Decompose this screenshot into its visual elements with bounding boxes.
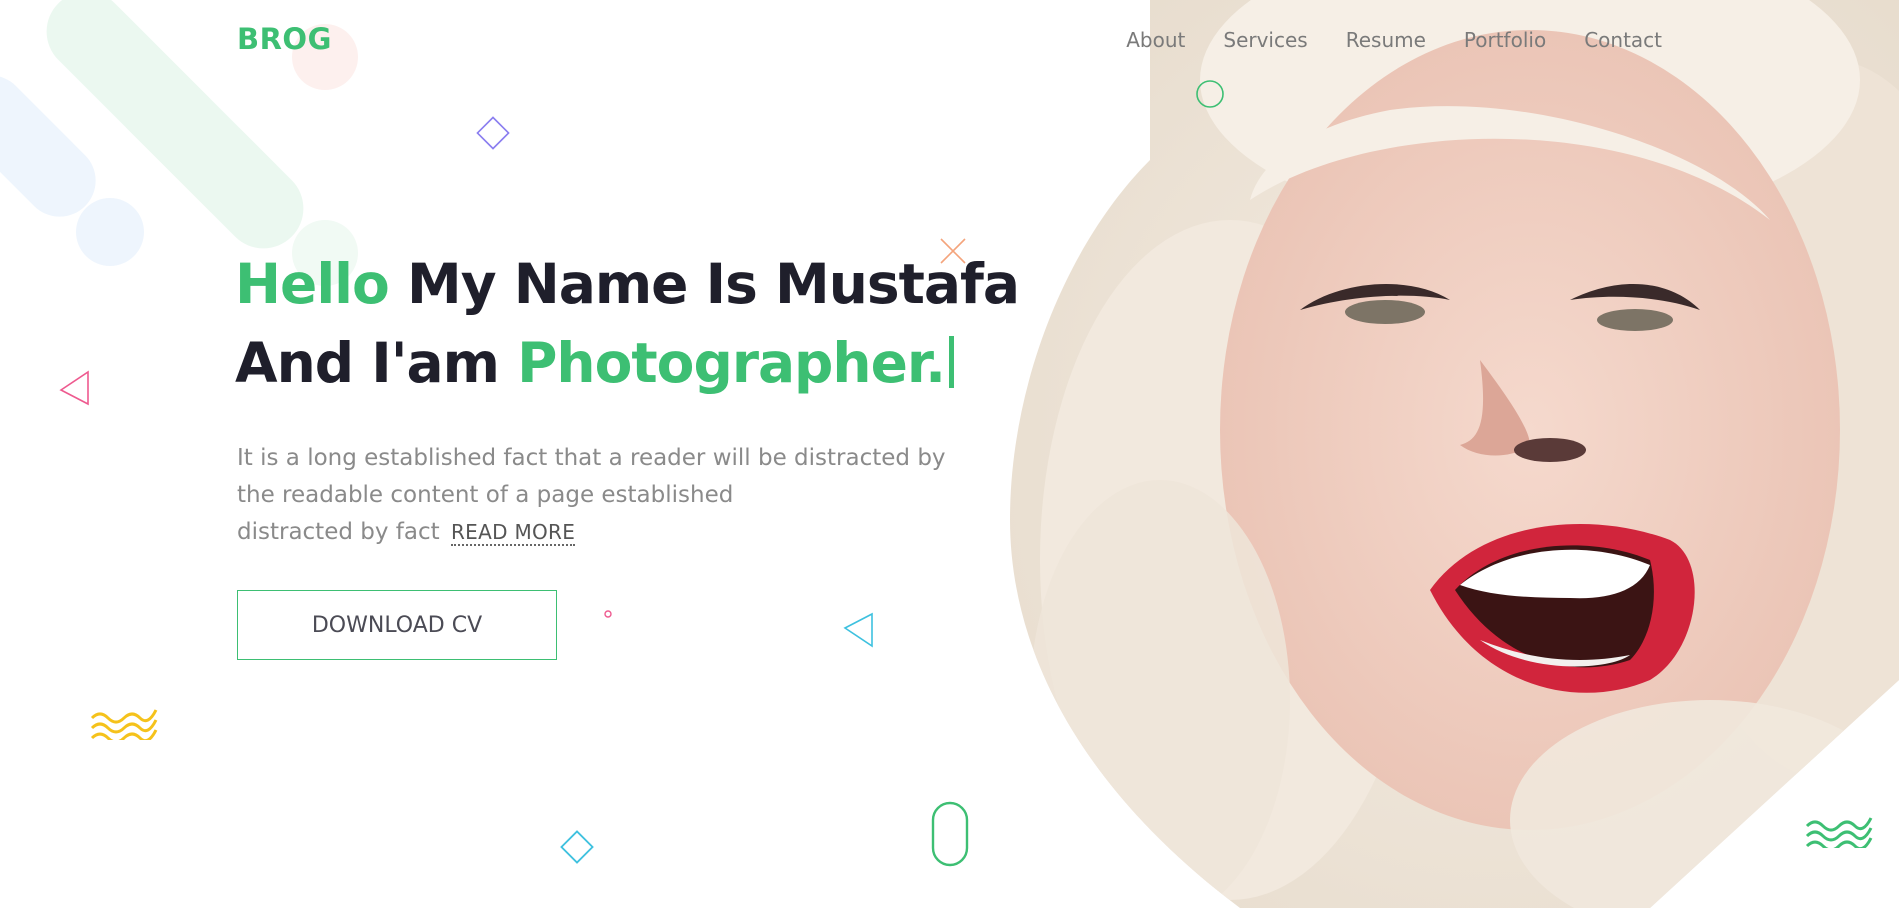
squiggle-yellow-shape bbox=[90, 709, 158, 740]
triangle-cyan-shape bbox=[843, 612, 873, 648]
diamond-purple-shape bbox=[476, 116, 510, 150]
pill-green-shape bbox=[931, 801, 969, 867]
headline-intro: And I'am bbox=[235, 331, 500, 395]
headline-role: Photographer. bbox=[517, 331, 946, 395]
typing-cursor bbox=[949, 336, 955, 388]
main-nav: About Services Resume Portfolio Contact bbox=[1126, 28, 1662, 52]
paragraph-line-3-text: distracted by fact bbox=[237, 519, 440, 545]
headline-name: My Name Is Mustafa bbox=[406, 252, 1020, 316]
triangle-pink-shape bbox=[59, 370, 89, 406]
nav-portfolio[interactable]: Portfolio bbox=[1464, 28, 1546, 52]
paragraph-line-1: It is a long established fact that a rea… bbox=[237, 445, 946, 471]
squiggle-green-shape bbox=[1805, 817, 1873, 848]
nav-resume[interactable]: Resume bbox=[1346, 28, 1426, 52]
read-more-link[interactable]: READ MORE bbox=[450, 520, 576, 546]
nav-services[interactable]: Services bbox=[1223, 28, 1307, 52]
dot-pink-shape bbox=[604, 610, 612, 618]
bg-circle-blue bbox=[76, 198, 144, 266]
paragraph-line-3: distracted by fact READ MORE bbox=[237, 514, 1017, 551]
nav-about[interactable]: About bbox=[1126, 28, 1185, 52]
hero-paragraph: It is a long established fact that a rea… bbox=[237, 440, 1017, 551]
portrait-image bbox=[1010, 0, 1899, 908]
logo[interactable]: BROG bbox=[237, 22, 332, 56]
headline-hello: Hello bbox=[235, 252, 390, 316]
diamond-cyan-shape bbox=[560, 830, 594, 864]
hero-headline: Hello My Name Is Mustafa And I'am Photog… bbox=[235, 245, 1035, 403]
nav-contact[interactable]: Contact bbox=[1584, 28, 1662, 52]
cross-orange-shape bbox=[940, 238, 966, 264]
paragraph-line-2: the readable content of a page establish… bbox=[237, 482, 734, 508]
circle-green-shape bbox=[1196, 80, 1224, 108]
download-cv-button[interactable]: DOWNLOAD CV bbox=[237, 590, 557, 660]
